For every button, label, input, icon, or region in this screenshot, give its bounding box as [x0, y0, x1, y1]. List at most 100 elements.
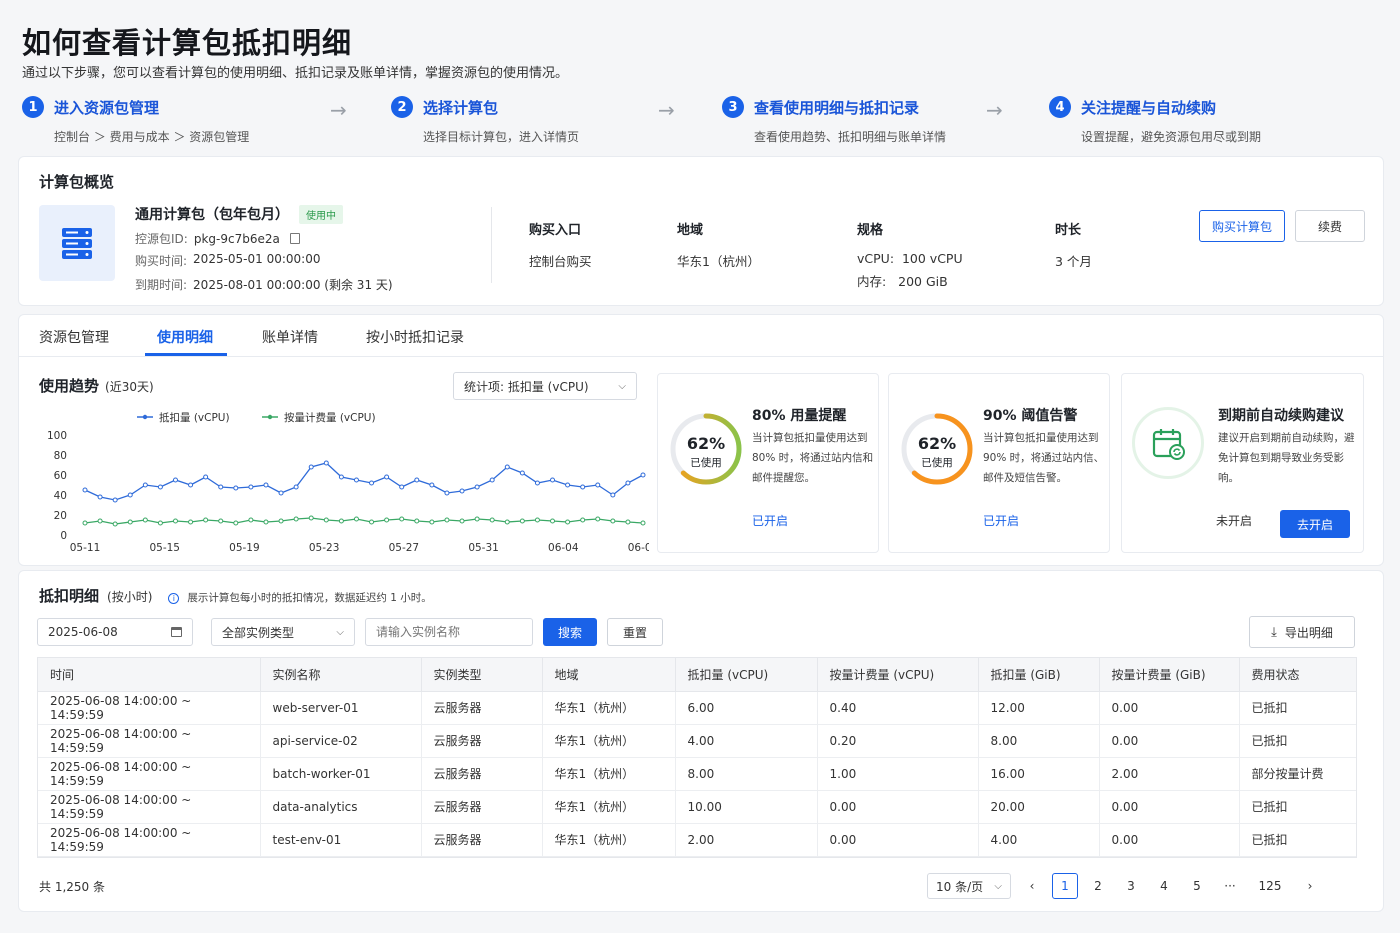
column-header[interactable]: 抵扣量 (vCPU)	[675, 658, 818, 692]
stat-item-select[interactable]: 统计项: 抵扣量 (vCPU) ⌵	[453, 372, 637, 400]
page-1[interactable]: 1	[1052, 873, 1078, 899]
purchase-time-label: 购买时间:	[135, 254, 188, 268]
column-header[interactable]: 地域	[542, 658, 676, 692]
data-point	[82, 487, 88, 493]
step-number: 4	[1049, 96, 1071, 118]
usage-sub: 已使用	[690, 457, 722, 469]
data-point	[218, 518, 224, 524]
data-point	[625, 480, 631, 486]
tab-resource-management[interactable]: 资源包管理	[39, 327, 109, 347]
data-point	[263, 482, 269, 488]
trend-title: 使用趋势	[39, 377, 100, 395]
data-point	[429, 482, 435, 488]
copy-icon[interactable]	[289, 233, 300, 244]
data-point	[474, 516, 480, 522]
column-header[interactable]: 按量计费量 (vCPU)	[817, 658, 979, 692]
page-3[interactable]: 3	[1118, 873, 1144, 899]
column-header[interactable]: 抵扣量 (GiB)	[978, 658, 1100, 692]
step-desc: 查看使用趋势、抵扣明细与账单详情	[754, 130, 947, 144]
tab-hourly-deduction[interactable]: 按小时抵扣记录	[366, 327, 464, 347]
column-header[interactable]: 实例名称	[260, 658, 422, 692]
step-3: 3 查看使用明细与抵扣记录 查看使用趋势、抵扣明细与账单详情	[722, 96, 946, 145]
table-cell: 2025-06-08 14:00:00 ~ 14:59:59	[38, 724, 261, 758]
page-4[interactable]: 4	[1151, 873, 1177, 899]
date-picker[interactable]: 2025-06-08	[37, 618, 193, 646]
tab-usage-detail[interactable]: 使用明细	[157, 327, 213, 347]
package-id: pkg-9c7b6e2a	[193, 231, 280, 246]
data-point	[369, 480, 375, 486]
export-button[interactable]: ⤓ 导出明细	[1249, 616, 1355, 648]
enable-auto-renew-button[interactable]: 去开启	[1280, 510, 1350, 538]
data-point	[97, 494, 103, 500]
reset-button[interactable]: 重置	[607, 618, 663, 646]
data-point	[263, 519, 269, 525]
data-point	[459, 518, 465, 524]
search-button[interactable]: 搜索	[543, 618, 597, 646]
field-value-entry: 控制台购买	[529, 254, 592, 269]
y-tick-label: 100	[47, 430, 67, 442]
table-cell: 华东1（杭州）	[542, 691, 676, 725]
data-point	[610, 492, 616, 498]
field-label-spec: 规格	[857, 223, 884, 238]
step-number: 1	[22, 96, 44, 118]
table-cell: 华东1（杭州）	[542, 823, 676, 857]
data-point	[384, 474, 390, 480]
data-point	[534, 517, 540, 523]
table-cell: 0.00	[1099, 823, 1240, 857]
package-name: 通用计算包（包年包月）	[135, 207, 289, 223]
data-point	[625, 519, 631, 525]
page-2[interactable]: 2	[1085, 873, 1111, 899]
divider	[491, 207, 492, 283]
table-cell: 华东1（杭州）	[542, 790, 676, 824]
page-ellipsis[interactable]: ···	[1217, 873, 1243, 899]
data-point	[640, 472, 646, 478]
page-5[interactable]: 5	[1184, 873, 1210, 899]
data-point	[248, 484, 254, 490]
instance-type-select[interactable]: 全部实例类型 ⌵	[211, 618, 355, 646]
table-cell: 0.00	[1099, 724, 1240, 758]
table-cell: 4.00	[675, 724, 818, 758]
alert-status[interactable]: 已开启	[983, 512, 1019, 529]
step-title: 选择计算包	[423, 98, 499, 117]
total-count: 共 1,250 条	[39, 880, 105, 894]
page-size-select[interactable]: 10 条/页 ⌵	[927, 873, 1011, 899]
alert-card-90: 62% 已使用 90% 阈值告警 当计算包抵扣量使用达到90% 时，将通过站内信…	[888, 373, 1110, 553]
date-value: 2025-06-08	[48, 625, 118, 639]
data-point	[248, 517, 254, 523]
data-point	[323, 517, 329, 523]
data-point	[112, 497, 118, 503]
data-point	[203, 517, 209, 523]
step-title: 查看使用明细与抵扣记录	[754, 98, 920, 117]
x-tick-label: 05-15	[149, 542, 180, 554]
data-point	[384, 517, 390, 523]
overview-card: 计算包概览 通用计算包（包年包月） 使用中 控源包ID: pkg-9c7b6e2…	[18, 156, 1384, 306]
step-number: 3	[722, 96, 744, 118]
renew-button[interactable]: 续费	[1295, 210, 1365, 242]
column-header[interactable]: 时间	[38, 658, 261, 692]
alert-desc: 当计算包抵扣量使用达到80% 时，将通过站内信和邮件提醒您。	[752, 432, 874, 484]
table-cell: 6.00	[675, 691, 818, 725]
data-point	[369, 519, 375, 525]
tab-billing-detail[interactable]: 账单详情	[262, 327, 318, 347]
column-header[interactable]: 费用状态	[1239, 658, 1356, 692]
alert-title: 90% 阈值告警	[983, 408, 1078, 424]
data-point	[353, 477, 359, 483]
alert-status[interactable]: 已开启	[752, 512, 788, 529]
next-page-icon[interactable]: ›	[1297, 873, 1323, 899]
alert-card-80: 62% 已使用 80% 用量提醒 当计算包抵扣量使用达到80% 时，将通过站内信…	[657, 373, 879, 553]
auto-renew-card: 到期前自动续购建议 建议开启到期前自动续购，避免计算包到期导致业务受影响。 未开…	[1121, 373, 1364, 553]
prev-page-icon[interactable]: ‹	[1019, 873, 1045, 899]
column-header[interactable]: 按量计费量 (GiB)	[1099, 658, 1240, 692]
data-point	[399, 484, 405, 490]
series-line	[84, 462, 644, 501]
buy-package-button[interactable]: 购买计算包	[1199, 210, 1285, 242]
instance-name-input[interactable]	[365, 618, 533, 646]
table-cell: 云服务器	[421, 724, 543, 758]
data-point	[504, 519, 510, 525]
data-point	[550, 477, 556, 483]
expire-time-label: 到期时间:	[135, 278, 188, 292]
page-last[interactable]: 125	[1250, 873, 1290, 899]
legend-label: 抵扣量 (vCPU)	[159, 411, 230, 424]
column-header[interactable]: 实例类型	[421, 658, 543, 692]
data-point	[188, 519, 194, 525]
